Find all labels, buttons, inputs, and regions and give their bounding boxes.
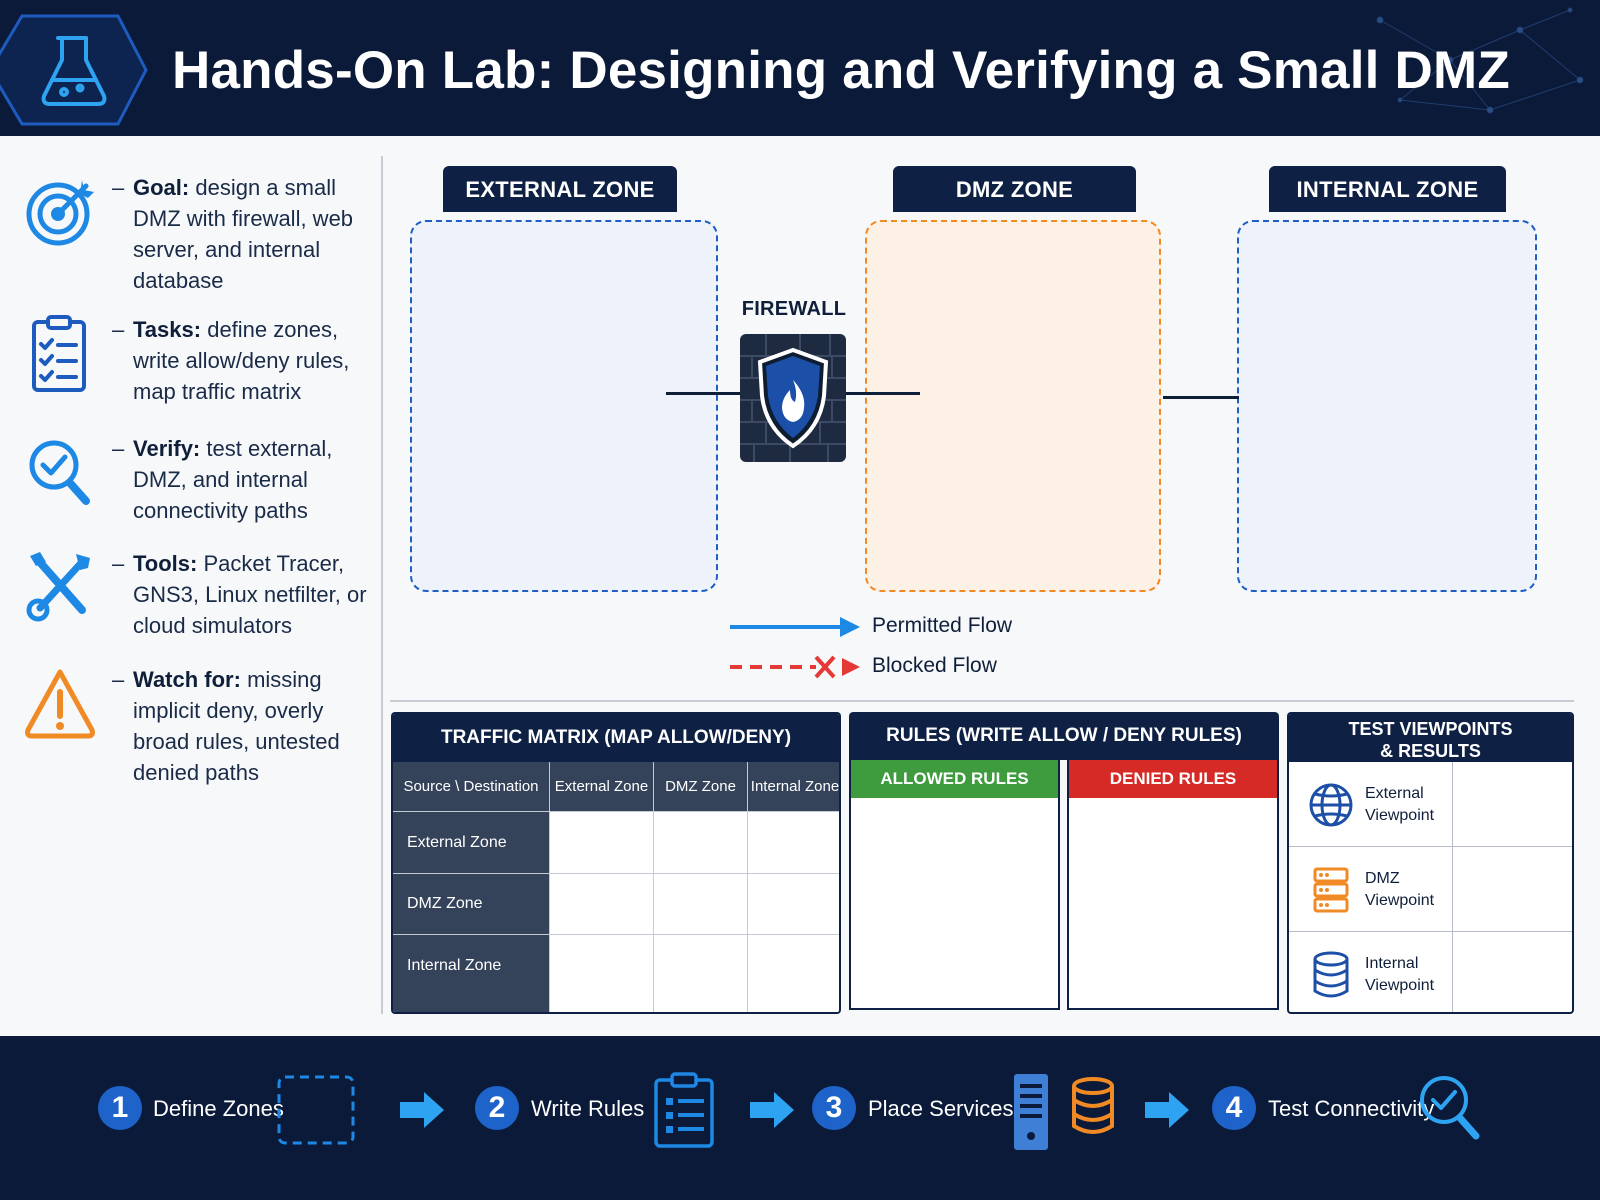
matrix-col-dmz: DMZ Zone xyxy=(654,762,748,812)
matrix-row-dmz: DMZ Zone xyxy=(393,874,550,935)
matrix-row-internal: Internal Zone xyxy=(393,935,550,1012)
legend-blocked: Blocked Flow xyxy=(730,652,1030,682)
wrench-screwdriver-icon xyxy=(26,552,90,622)
traffic-matrix-panel: TRAFFIC MATRIX (MAP ALLOW/DENY) Source \… xyxy=(391,712,841,1014)
magnifier-check-icon xyxy=(29,440,90,505)
allowed-rules-column[interactable]: ALLOWED RULES xyxy=(849,760,1060,1010)
traffic-matrix-title: TRAFFIC MATRIX (MAP ALLOW/DENY) xyxy=(393,714,839,762)
matrix-cell-ext-dmz[interactable] xyxy=(654,812,748,874)
flask-icon xyxy=(0,14,148,126)
viewpoint-dmz-line1: DMZ xyxy=(1365,870,1400,887)
matrix-cell-ext-int[interactable] xyxy=(748,812,839,874)
target-icon xyxy=(26,180,94,246)
page-title: Hands-On Lab: Designing and Verifying a … xyxy=(172,41,1510,100)
matrix-cell-dmz-dmz[interactable] xyxy=(654,874,748,935)
list-item[interactable]: External Viewpoint xyxy=(1289,762,1572,847)
vertical-divider xyxy=(381,156,383,1014)
tools-label: Tools: xyxy=(133,551,198,576)
traffic-matrix-header-row: Source \ Destination External Zone DMZ Z… xyxy=(393,762,839,812)
arrow-right-icon xyxy=(400,1092,444,1128)
step-2-number: 2 xyxy=(475,1086,519,1130)
step-3-number: 3 xyxy=(812,1086,856,1130)
watch-for-label: Watch for: xyxy=(133,667,241,692)
horizontal-divider xyxy=(390,700,1574,702)
matrix-cell-ext-ext[interactable] xyxy=(550,812,654,874)
matrix-cell-int-int[interactable] xyxy=(748,935,839,1012)
allowed-rules-header: ALLOWED RULES xyxy=(851,760,1058,798)
arrow-right-icon xyxy=(1145,1092,1189,1128)
tasks-label: Tasks: xyxy=(133,317,202,342)
clipboard-list-icon xyxy=(654,1072,714,1148)
legend-permitted-label: Permitted Flow xyxy=(872,614,1013,637)
table-row: External Zone xyxy=(393,812,839,874)
internal-zone-tab: INTERNAL ZONE xyxy=(1269,166,1506,212)
matrix-cell-int-dmz[interactable] xyxy=(654,935,748,1012)
internal-zone-area[interactable] xyxy=(1237,220,1537,592)
viewpoint-internal-line2: Viewpoint xyxy=(1365,977,1435,994)
step-4-label: Test Connectivity xyxy=(1268,1096,1435,1121)
matrix-cell-int-ext[interactable] xyxy=(550,935,654,1012)
goal-label: Goal: xyxy=(133,175,190,200)
link-external-firewall xyxy=(666,392,746,395)
viewpoint-external-line1: External xyxy=(1365,785,1424,802)
dmz-zone-tab: DMZ ZONE xyxy=(893,166,1136,212)
denied-rules-header: DENIED RULES xyxy=(1069,760,1277,798)
globe-icon xyxy=(1309,783,1353,827)
firewall-icon[interactable] xyxy=(740,334,846,464)
rules-panel: RULES (WRITE ALLOW / DENY RULES) ALLOWED… xyxy=(849,712,1279,1014)
list-item[interactable]: DMZ Viewpoint xyxy=(1289,847,1572,932)
link-firewall-dmz xyxy=(840,392,920,395)
matrix-row-external: External Zone xyxy=(393,812,550,874)
viewpoint-dmz-line2: Viewpoint xyxy=(1365,892,1435,909)
step-3-label: Place Services xyxy=(868,1096,1014,1121)
matrix-col-external: External Zone xyxy=(550,762,654,812)
matrix-corner-cell: Source \ Destination xyxy=(393,762,550,812)
external-zone-tab: EXTERNAL ZONE xyxy=(443,166,677,212)
steps-footer: 1 Define Zones 2 Write Rules 3 Place Ser… xyxy=(0,1036,1600,1200)
firewall-label: FIREWALL xyxy=(741,298,847,320)
header: Hands-On Lab: Designing and Verifying a … xyxy=(0,0,1600,136)
matrix-cell-dmz-int[interactable] xyxy=(748,874,839,935)
server-icon xyxy=(1014,1074,1048,1150)
verify-label: Verify: xyxy=(133,436,201,461)
rules-title: RULES (WRITE ALLOW / DENY RULES) xyxy=(849,712,1279,760)
step-1-label: Define Zones xyxy=(153,1096,284,1121)
sidebar: – Goal: design a small DMZ with firewall… xyxy=(0,150,380,1020)
step-2-label: Write Rules xyxy=(531,1096,645,1121)
denied-rules-column[interactable]: DENIED RULES xyxy=(1067,760,1279,1010)
link-dmz-internal xyxy=(1163,396,1239,399)
database-icon xyxy=(1072,1077,1114,1134)
external-zone-area[interactable] xyxy=(410,220,718,592)
table-row: DMZ Zone xyxy=(393,874,839,935)
dashed-zone-icon xyxy=(277,1075,355,1145)
arrow-right-icon xyxy=(750,1092,794,1128)
test-viewpoints-title: TEST VIEWPOINTS & RESULTS xyxy=(1289,714,1572,762)
list-item[interactable]: Internal Viewpoint xyxy=(1289,932,1572,1012)
matrix-col-internal: Internal Zone xyxy=(748,762,839,812)
legend-blocked-label: Blocked Flow xyxy=(872,654,997,677)
legend-permitted: Permitted Flow xyxy=(730,612,1030,642)
permitted-arrow-icon xyxy=(730,617,860,637)
magnifier-check-icon xyxy=(1420,1076,1480,1140)
viewpoint-internal-line1: Internal xyxy=(1365,955,1419,972)
table-row: Internal Zone xyxy=(393,935,839,1012)
database-icon xyxy=(1313,951,1349,998)
step-1-number: 1 xyxy=(98,1086,142,1130)
test-viewpoints-panel: TEST VIEWPOINTS & RESULTS External Viewp… xyxy=(1287,712,1574,1014)
server-rack-icon xyxy=(1313,867,1349,913)
blocked-arrow-icon xyxy=(730,655,860,679)
step-4-number: 4 xyxy=(1212,1086,1256,1130)
matrix-cell-dmz-ext[interactable] xyxy=(550,874,654,935)
viewpoint-external-line2: Viewpoint xyxy=(1365,807,1435,824)
dmz-zone-area[interactable] xyxy=(865,220,1161,592)
warning-triangle-icon xyxy=(25,669,95,739)
clipboard-checklist-icon xyxy=(32,315,86,392)
